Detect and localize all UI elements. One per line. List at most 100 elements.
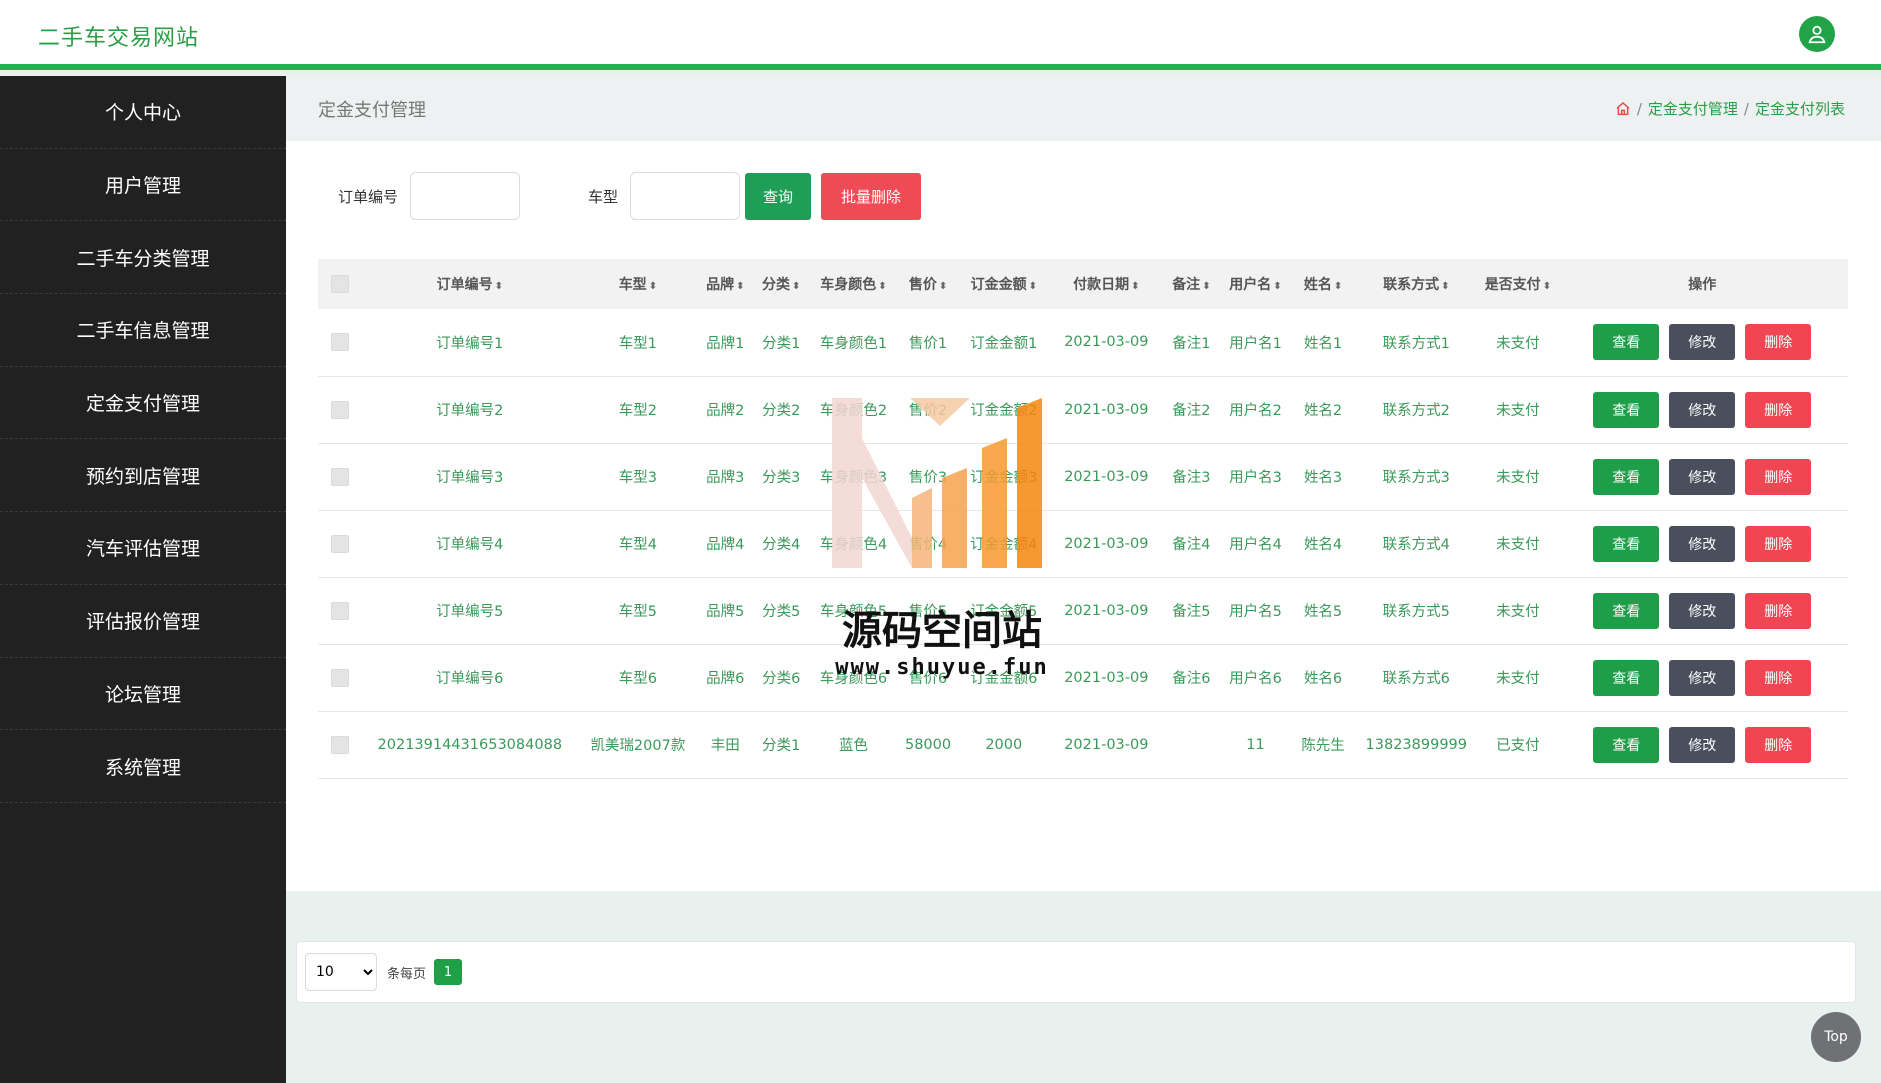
edit-button[interactable]: 修改 — [1669, 592, 1736, 629]
table-cell: 蓝色 — [838, 738, 868, 754]
table-cell: 2021-03-09 — [1064, 468, 1149, 485]
sidebar-item-quote[interactable]: 评估报价管理 — [0, 585, 286, 658]
sidebar-item-car-category[interactable]: 二手车分类管理 — [0, 221, 286, 295]
view-button[interactable]: 查看 — [1593, 726, 1660, 763]
row-checkbox[interactable] — [331, 467, 350, 486]
view-button[interactable]: 查看 — [1593, 391, 1660, 428]
delete-button[interactable]: 删除 — [1745, 592, 1812, 629]
row-checkbox[interactable] — [331, 735, 350, 754]
table-cell: 备注2 — [1172, 403, 1211, 419]
column-header[interactable]: 是否支付 ⬍ — [1479, 259, 1556, 309]
table-cell: 未支付 — [1496, 470, 1540, 486]
edit-button[interactable]: 修改 — [1669, 324, 1736, 361]
page-size-select[interactable]: 10 — [305, 953, 377, 991]
breadcrumb-item-deposit[interactable]: 定金支付管理 — [1648, 98, 1738, 119]
table-cell: 姓名6 — [1303, 671, 1343, 687]
batch-delete-button[interactable]: 批量删除 — [821, 172, 922, 220]
table-cell: 2021-03-09 — [1064, 334, 1149, 351]
column-header[interactable]: 备注 ⬍ — [1165, 259, 1219, 309]
sidebar-item-system[interactable]: 系统管理 — [0, 730, 286, 803]
column-header[interactable]: 付款日期 ⬍ — [1048, 259, 1165, 309]
table-cell: 售价1 — [908, 335, 948, 352]
site-brand[interactable]: 二手车交易网站 — [38, 20, 199, 52]
delete-button[interactable]: 删除 — [1745, 324, 1812, 361]
table-cell: 车型2 — [618, 403, 657, 419]
table-cell: 用户名2 — [1229, 403, 1282, 419]
order-number-label: 订单编号 — [338, 187, 399, 206]
delete-button[interactable]: 删除 — [1745, 659, 1812, 696]
view-button[interactable]: 查看 — [1593, 324, 1660, 361]
sidebar-item-personal[interactable]: 个人中心 — [0, 76, 286, 149]
column-header[interactable]: 订金金额 ⬍ — [960, 259, 1049, 309]
table-cell: 订单编号1 — [436, 335, 504, 352]
column-header[interactable]: 车身颜色 ⬍ — [810, 259, 896, 309]
table-cell: 姓名3 — [1303, 470, 1343, 486]
edit-button[interactable]: 修改 — [1669, 458, 1736, 495]
column-header[interactable]: 分类 ⬍ — [752, 259, 810, 309]
table-cell: 丰田 — [710, 738, 740, 754]
delete-button[interactable]: 删除 — [1745, 391, 1812, 428]
table-cell: 分类6 — [762, 671, 801, 687]
view-button[interactable]: 查看 — [1593, 525, 1660, 562]
row-checkbox[interactable] — [331, 668, 350, 687]
delete-button[interactable]: 删除 — [1745, 458, 1812, 495]
sidebar-item-deposit[interactable]: 定金支付管理 — [0, 367, 286, 440]
table-cell: 品牌1 — [706, 335, 745, 352]
column-header[interactable]: 订单编号 ⬍ — [362, 259, 577, 309]
row-checkbox[interactable] — [331, 534, 350, 553]
table-cell: 未支付 — [1496, 403, 1540, 419]
sidebar-item-forum[interactable]: 论坛管理 — [0, 658, 286, 731]
column-header[interactable]: 售价 ⬍ — [897, 259, 960, 309]
row-actions: 查看 修改 删除 — [1557, 711, 1848, 778]
table-row: 订单编号6 车型6 品牌6 分类6 车身颜色6 售价6 订金金额6 2021-03-09 备注6… — [318, 644, 1848, 711]
sidebar-item-car-info[interactable]: 二手车信息管理 — [0, 294, 286, 367]
query-button[interactable]: 查询 — [745, 172, 812, 220]
view-button[interactable]: 查看 — [1593, 458, 1660, 495]
sidebar-item-appointment[interactable]: 预约到店管理 — [0, 439, 286, 513]
table-cell: 车型6 — [618, 671, 657, 687]
table-cell: 未支付 — [1496, 671, 1540, 687]
user-avatar[interactable] — [1799, 16, 1835, 52]
edit-button[interactable]: 修改 — [1669, 391, 1736, 428]
row-checkbox[interactable] — [331, 601, 350, 620]
view-button[interactable]: 查看 — [1593, 592, 1660, 629]
delete-button[interactable]: 删除 — [1745, 525, 1812, 562]
column-header[interactable]: 车型 ⬍ — [577, 259, 698, 309]
home-icon[interactable] — [1615, 101, 1631, 117]
breadcrumb-separator: / — [1743, 99, 1749, 118]
main-area: 定金支付管理 / 定金支付管理 / 定金支付列表 订单编号 车型 查询 批量删除 — [286, 76, 1881, 1083]
row-actions: 查看 修改 删除 — [1557, 376, 1848, 443]
table-cell: 用户名3 — [1229, 470, 1282, 486]
edit-button[interactable]: 修改 — [1669, 726, 1736, 763]
sidebar-item-evaluation[interactable]: 汽车评估管理 — [0, 512, 286, 585]
table-cell: 凯美瑞2007款 — [590, 738, 686, 754]
data-table: 订单编号 ⬍ 车型 ⬍ 品牌 ⬍ 分类 ⬍ 车身颜色 ⬍ 售价 ⬍ 订金金额 ⬍ 付款日期 ⬍ … — [318, 259, 1848, 779]
column-header[interactable]: 用户名 ⬍ — [1218, 259, 1293, 309]
sort-icon: ⬍ — [1028, 281, 1037, 292]
edit-button[interactable]: 修改 — [1669, 525, 1736, 562]
page-number-button[interactable]: 1 — [434, 959, 463, 985]
column-header[interactable]: 品牌 ⬍ — [698, 259, 752, 309]
car-model-input[interactable] — [630, 172, 741, 220]
table-cell: 分类1 — [762, 335, 801, 352]
row-checkbox[interactable] — [331, 333, 350, 352]
table-cell: 分类5 — [762, 604, 801, 620]
sidebar-item-users[interactable]: 用户管理 — [0, 149, 286, 222]
table-cell: 联系方式6 — [1382, 671, 1450, 687]
table-cell: 品牌4 — [706, 537, 745, 553]
sort-icon: ⬍ — [1333, 281, 1343, 292]
content-panel: 订单编号 车型 查询 批量删除 订单编号 ⬍ 车型 ⬍ 品牌 ⬍ 分类 ⬍ 车身… — [286, 141, 1881, 1003]
view-button[interactable]: 查看 — [1593, 659, 1660, 696]
column-header[interactable]: 联系方式 ⬍ — [1353, 259, 1479, 309]
select-all-checkbox[interactable] — [331, 275, 350, 293]
sort-icon: ⬍ — [792, 281, 801, 292]
table-cell: 用户名5 — [1229, 604, 1282, 620]
table-cell: 2021-03-09 — [1064, 535, 1149, 552]
order-number-input[interactable] — [410, 172, 521, 220]
table-cell: 备注1 — [1172, 335, 1211, 352]
column-header[interactable]: 姓名 ⬍ — [1293, 259, 1354, 309]
delete-button[interactable]: 删除 — [1745, 726, 1812, 763]
edit-button[interactable]: 修改 — [1669, 659, 1736, 696]
back-to-top-button[interactable]: Top — [1811, 1012, 1861, 1062]
row-checkbox[interactable] — [331, 400, 350, 419]
